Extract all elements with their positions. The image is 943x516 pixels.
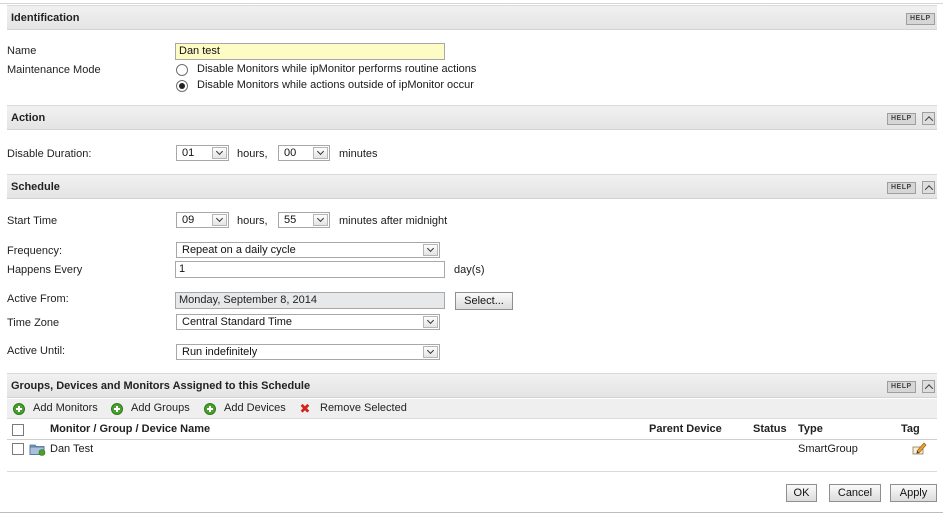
help-button[interactable]: HELP [887,182,916,194]
outside-actions-radio[interactable] [176,80,188,92]
name-input[interactable]: Dan test [175,43,445,60]
ok-button[interactable]: OK [786,484,817,502]
column-status[interactable]: Status [753,423,787,435]
remove-icon[interactable]: ✖ [299,402,311,415]
column-name[interactable]: Monitor / Group / Device Name [50,423,210,435]
name-label: Name [7,45,37,57]
active-from-label: Active From: [7,293,69,305]
chevron-down-icon [423,244,438,256]
disable-duration-label: Disable Duration: [7,148,92,160]
assigned-header: Groups, Devices and Monitors Assigned to… [7,373,937,398]
select-all-checkbox[interactable] [12,424,24,436]
active-from-input[interactable]: Monday, September 8, 2014 [175,292,445,309]
chevron-down-icon [313,147,328,159]
outside-actions-label: Disable Monitors while actions outside o… [197,79,474,91]
add-icon[interactable] [111,403,123,415]
routine-actions-radio[interactable] [176,64,188,76]
select-value: 00 [284,147,297,159]
hours-unit: hours, [237,215,268,227]
hours-unit: hours, [237,148,268,160]
table-row[interactable]: Dan Test SmartGroup [7,440,937,460]
remove-selected-button[interactable]: Remove Selected [320,402,407,414]
minutes-unit: minutes after midnight [339,215,448,227]
maintenance-mode-label: Maintenance Mode [7,64,101,76]
bottom-divider [0,512,943,513]
select-value: Repeat on a daily cycle [182,244,296,256]
add-devices-button[interactable]: Add Devices [224,402,286,414]
help-button[interactable]: HELP [906,13,935,25]
row-checkbox[interactable] [12,443,24,455]
time-zone-select[interactable]: Central Standard Time [176,314,440,330]
happens-every-input[interactable]: 1 [175,261,445,278]
cancel-button[interactable]: Cancel [829,484,881,502]
days-unit: day(s) [454,264,485,276]
section-title: Groups, Devices and Monitors Assigned to… [11,380,311,392]
select-value: Central Standard Time [182,316,293,328]
apply-button[interactable]: Apply [890,484,937,502]
help-button[interactable]: HELP [887,113,916,125]
column-tag[interactable]: Tag [901,423,920,435]
chevron-down-icon [313,214,328,226]
add-monitors-button[interactable]: Add Monitors [33,402,98,414]
section-title: Schedule [11,181,60,193]
start-hours-select[interactable]: 09 [176,212,229,228]
row-type: SmartGroup [798,443,858,455]
action-header: Action HELP [7,105,937,130]
schedule-header: Schedule HELP [7,174,937,199]
select-value: Run indefinitely [182,346,258,358]
section-title: Identification [11,12,80,24]
identification-header: Identification HELP [7,5,937,30]
chevron-down-icon [423,346,438,358]
collapse-icon[interactable] [922,380,935,393]
edit-tag-icon[interactable] [912,441,927,456]
collapse-icon[interactable] [922,112,935,125]
column-parent-device[interactable]: Parent Device [649,423,722,435]
assignment-toolbar: Add Monitors Add Groups Add Devices ✖ Re… [7,399,937,419]
table-divider [7,471,937,472]
frequency-label: Frequency: [7,245,63,257]
active-until-select[interactable]: Run indefinitely [176,344,440,360]
folder-group-icon [29,442,46,456]
duration-minutes-select[interactable]: 00 [278,145,330,161]
select-value: 55 [284,214,297,226]
row-name[interactable]: Dan Test [50,443,93,455]
add-icon[interactable] [204,403,216,415]
help-button[interactable]: HELP [887,381,916,393]
minutes-unit: minutes [339,148,378,160]
start-minutes-select[interactable]: 55 [278,212,330,228]
time-zone-label: Time Zone [7,317,60,329]
table-header: Monitor / Group / Device Name Parent Dev… [7,420,937,440]
select-value: 01 [182,147,195,159]
routine-actions-label: Disable Monitors while ipMonitor perform… [197,63,477,75]
frequency-select[interactable]: Repeat on a daily cycle [176,242,440,258]
add-groups-button[interactable]: Add Groups [131,402,190,414]
active-until-label: Active Until: [7,345,66,357]
column-type[interactable]: Type [798,423,823,435]
section-title: Action [11,112,46,124]
chevron-down-icon [423,316,438,328]
chevron-down-icon [212,214,227,226]
collapse-icon[interactable] [922,181,935,194]
add-icon[interactable] [13,403,25,415]
select-value: 09 [182,214,195,226]
happens-every-label: Happens Every [7,264,83,276]
duration-hours-select[interactable]: 01 [176,145,229,161]
top-divider [0,3,943,4]
chevron-down-icon [212,147,227,159]
select-date-button[interactable]: Select... [455,292,513,310]
start-time-label: Start Time [7,215,58,227]
